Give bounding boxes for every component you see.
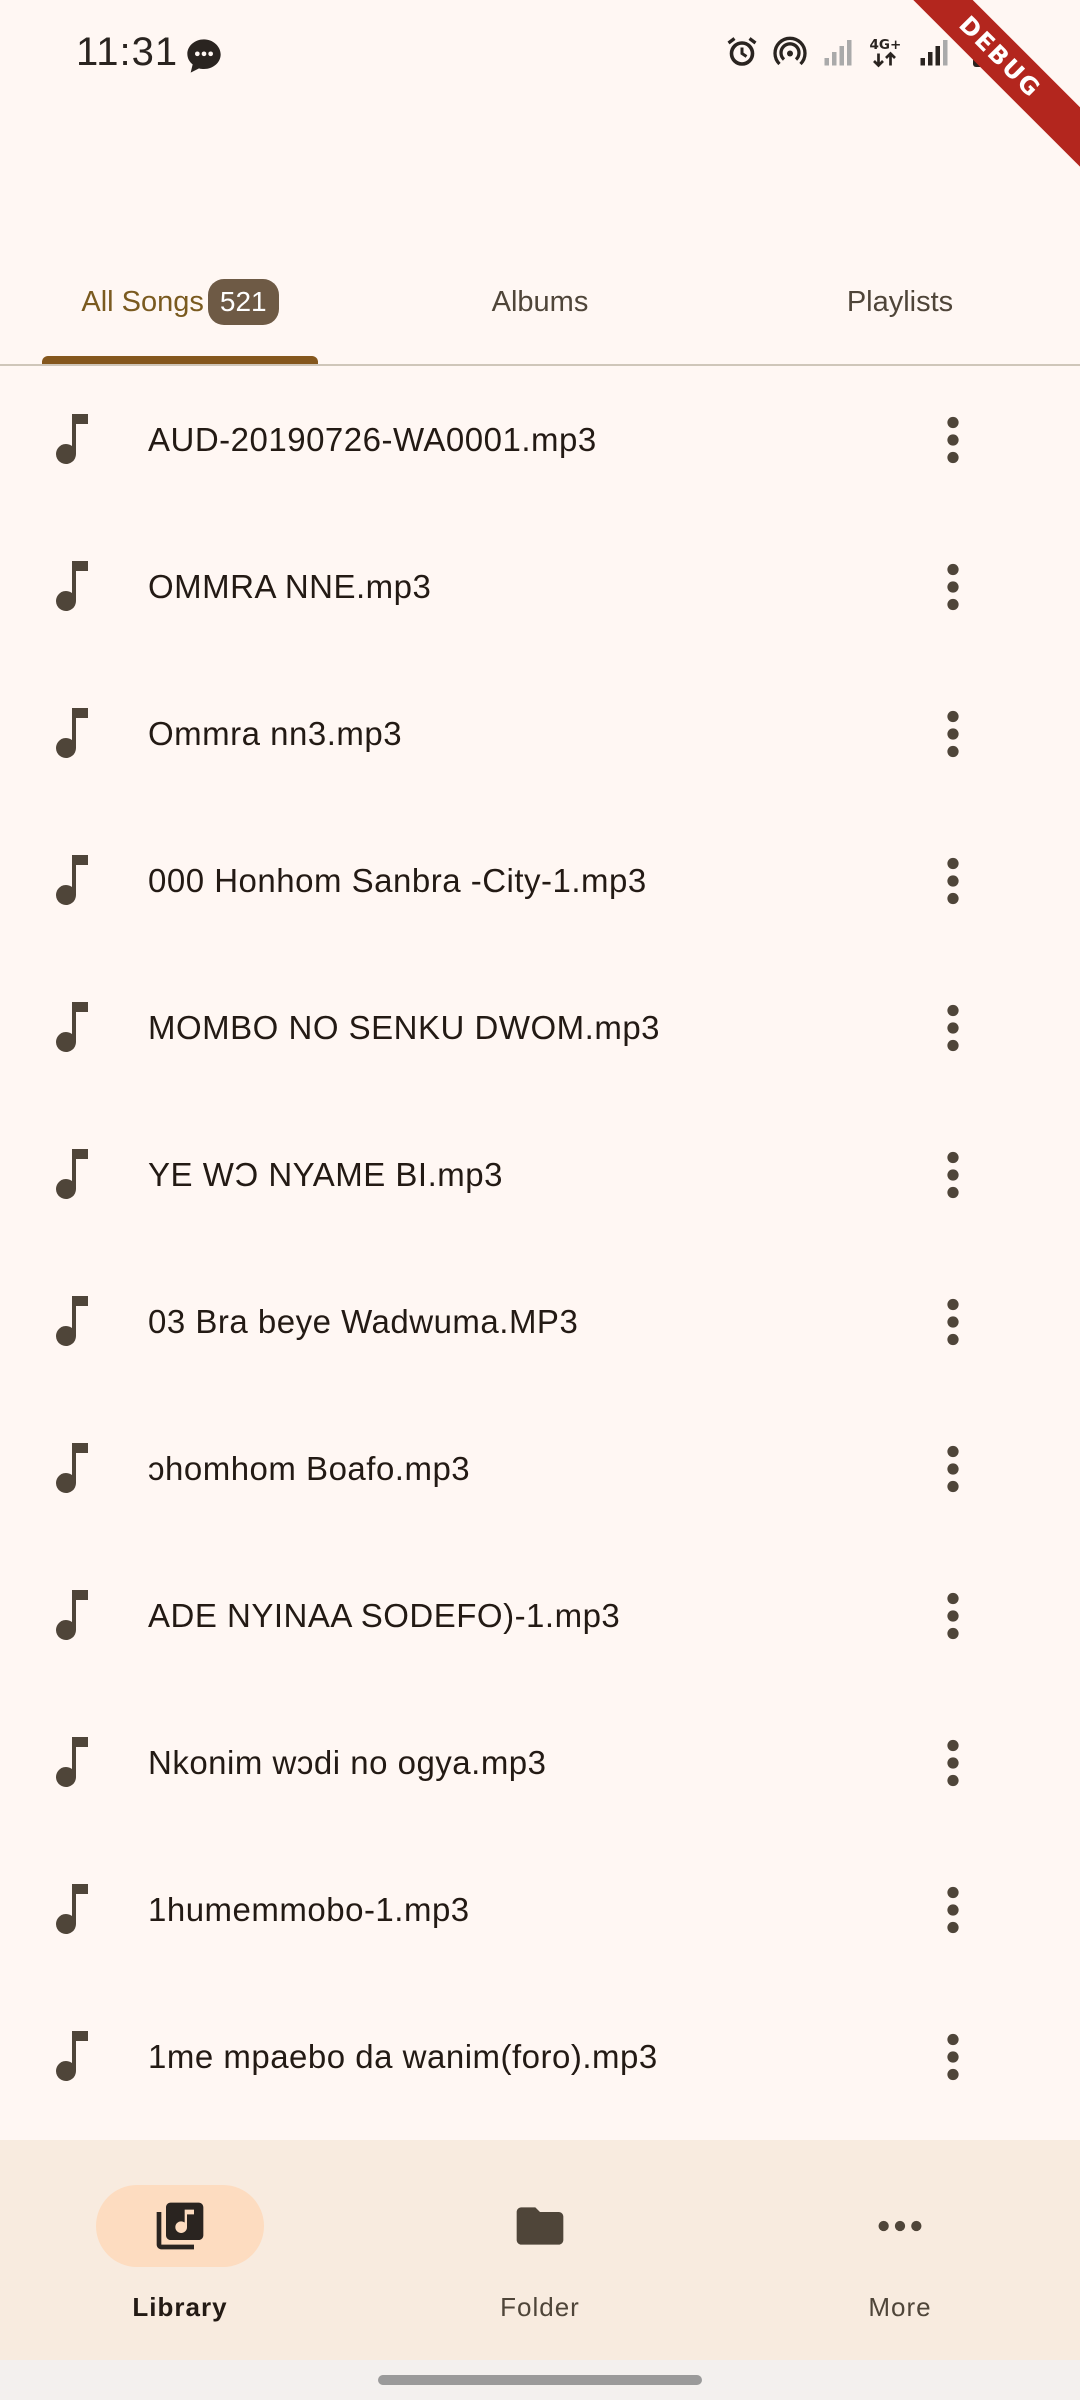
nav-folder[interactable]: Folder bbox=[360, 2140, 720, 2360]
more-vert-icon[interactable] bbox=[938, 1297, 968, 1347]
bottom-navigation: Library Folder More bbox=[0, 2140, 1080, 2360]
message-icon bbox=[187, 39, 221, 73]
song-title: 000 Honhom Sanbra -City-1.mp3 bbox=[148, 861, 647, 899]
song-title: MOMBO NO SENKU DWOM.mp3 bbox=[148, 1008, 661, 1046]
music-note-icon bbox=[56, 1295, 88, 1346]
debug-banner: DEBUG bbox=[879, 0, 1080, 178]
song-row[interactable]: 1humemmobo-1.mp3 bbox=[0, 1836, 1080, 1983]
song-row[interactable]: 000 Honhom Sanbra -City-1.mp3 bbox=[0, 807, 1080, 954]
song-row[interactable]: ADE NYINAA SODEFO)-1.mp3 bbox=[0, 1542, 1080, 1689]
more-vert-icon[interactable] bbox=[938, 1444, 968, 1494]
more-vert-icon[interactable] bbox=[938, 709, 968, 759]
song-title: 03 Bra beye Wadwuma.MP3 bbox=[148, 1302, 579, 1340]
song-row[interactable]: YE WƆ NYAME BI.mp3 bbox=[0, 1101, 1080, 1248]
music-note-icon bbox=[56, 854, 88, 905]
song-row[interactable]: ɔhomhom Boafo.mp3 bbox=[0, 1395, 1080, 1542]
nav-library-label: Library bbox=[132, 2292, 228, 2322]
song-title: 1humemmobo-1.mp3 bbox=[148, 1890, 470, 1928]
music-note-icon bbox=[56, 560, 88, 611]
network-4g-icon: 4G+ bbox=[870, 37, 902, 68]
tab-playlists-label: Playlists bbox=[846, 285, 954, 318]
music-note-icon bbox=[56, 1442, 88, 1493]
folder-icon bbox=[516, 2207, 564, 2245]
status-time: 11:31 bbox=[76, 30, 179, 74]
tab-all-songs[interactable]: All Songs 521 bbox=[0, 240, 360, 364]
tab-bar: All Songs 521 Albums Playlists bbox=[0, 240, 1080, 366]
more-vert-icon[interactable] bbox=[938, 1003, 968, 1053]
nav-more-label: More bbox=[868, 2292, 932, 2322]
status-bar: 11:31 4G+ DEBUG bbox=[0, 0, 1080, 178]
song-row[interactable]: 1me mpaebo da wanim(foro).mp3 bbox=[0, 1983, 1080, 2130]
nav-more[interactable]: More bbox=[720, 2140, 1080, 2360]
music-note-icon bbox=[56, 2030, 88, 2081]
tab-playlists[interactable]: Playlists bbox=[720, 240, 1080, 364]
song-row[interactable]: AUD-20190726-WA0001.mp3 bbox=[0, 366, 1080, 513]
song-count-badge: 521 bbox=[207, 279, 279, 325]
music-note-icon bbox=[56, 1148, 88, 1199]
library-music-icon bbox=[156, 2202, 204, 2250]
more-vert-icon[interactable] bbox=[938, 1885, 968, 1935]
music-note-icon bbox=[56, 413, 88, 464]
song-title: 1me mpaebo da wanim(foro).mp3 bbox=[148, 2037, 658, 2075]
song-title: Nkonim wɔdi no ogya.mp3 bbox=[148, 1743, 547, 1781]
more-vert-icon[interactable] bbox=[938, 856, 968, 906]
song-title: ɔhomhom Boafo.mp3 bbox=[148, 1449, 471, 1487]
song-title: OMMRA NNE.mp3 bbox=[148, 567, 432, 605]
music-note-icon bbox=[56, 1589, 88, 1640]
hotspot-icon bbox=[773, 36, 807, 66]
song-list: AUD-20190726-WA0001.mp3 OMMRA NNE.mp3 Ommr… bbox=[0, 366, 1080, 2130]
song-title: Ommra nn3.mp3 bbox=[148, 714, 403, 752]
music-note-icon bbox=[56, 707, 88, 758]
svg-text:4G+: 4G+ bbox=[870, 37, 902, 53]
song-title: YE WƆ NYAME BI.mp3 bbox=[148, 1155, 503, 1193]
tab-indicator bbox=[42, 356, 318, 364]
tab-albums-label: Albums bbox=[491, 285, 589, 318]
music-note-icon bbox=[56, 1001, 88, 1052]
more-vert-icon[interactable] bbox=[938, 2032, 968, 2082]
signal-strong-icon bbox=[920, 40, 948, 66]
song-title: ADE NYINAA SODEFO)-1.mp3 bbox=[148, 1596, 621, 1634]
alarm-icon bbox=[727, 37, 757, 66]
song-row[interactable]: Nkonim wɔdi no ogya.mp3 bbox=[0, 1689, 1080, 1836]
nav-folder-label: Folder bbox=[500, 2292, 580, 2322]
song-row[interactable]: 03 Bra beye Wadwuma.MP3 bbox=[0, 1248, 1080, 1395]
music-note-icon bbox=[56, 1736, 88, 1787]
more-vert-icon[interactable] bbox=[938, 1738, 968, 1788]
tab-albums[interactable]: Albums bbox=[360, 240, 720, 364]
more-vert-icon[interactable] bbox=[938, 1150, 968, 1200]
song-row[interactable]: MOMBO NO SENKU DWOM.mp3 bbox=[0, 954, 1080, 1101]
more-horiz-icon bbox=[878, 2220, 922, 2232]
more-vert-icon[interactable] bbox=[938, 415, 968, 465]
song-row[interactable]: OMMRA NNE.mp3 bbox=[0, 513, 1080, 660]
gesture-handle[interactable] bbox=[378, 2375, 702, 2385]
song-row[interactable]: Ommra nn3.mp3 bbox=[0, 660, 1080, 807]
signal-weak-icon bbox=[824, 40, 852, 66]
nav-library[interactable]: Library bbox=[0, 2140, 360, 2360]
music-note-icon bbox=[56, 1883, 88, 1934]
more-vert-icon[interactable] bbox=[938, 1591, 968, 1641]
more-vert-icon[interactable] bbox=[938, 562, 968, 612]
tab-all-songs-label: All Songs bbox=[81, 285, 204, 318]
song-title: AUD-20190726-WA0001.mp3 bbox=[148, 420, 597, 458]
